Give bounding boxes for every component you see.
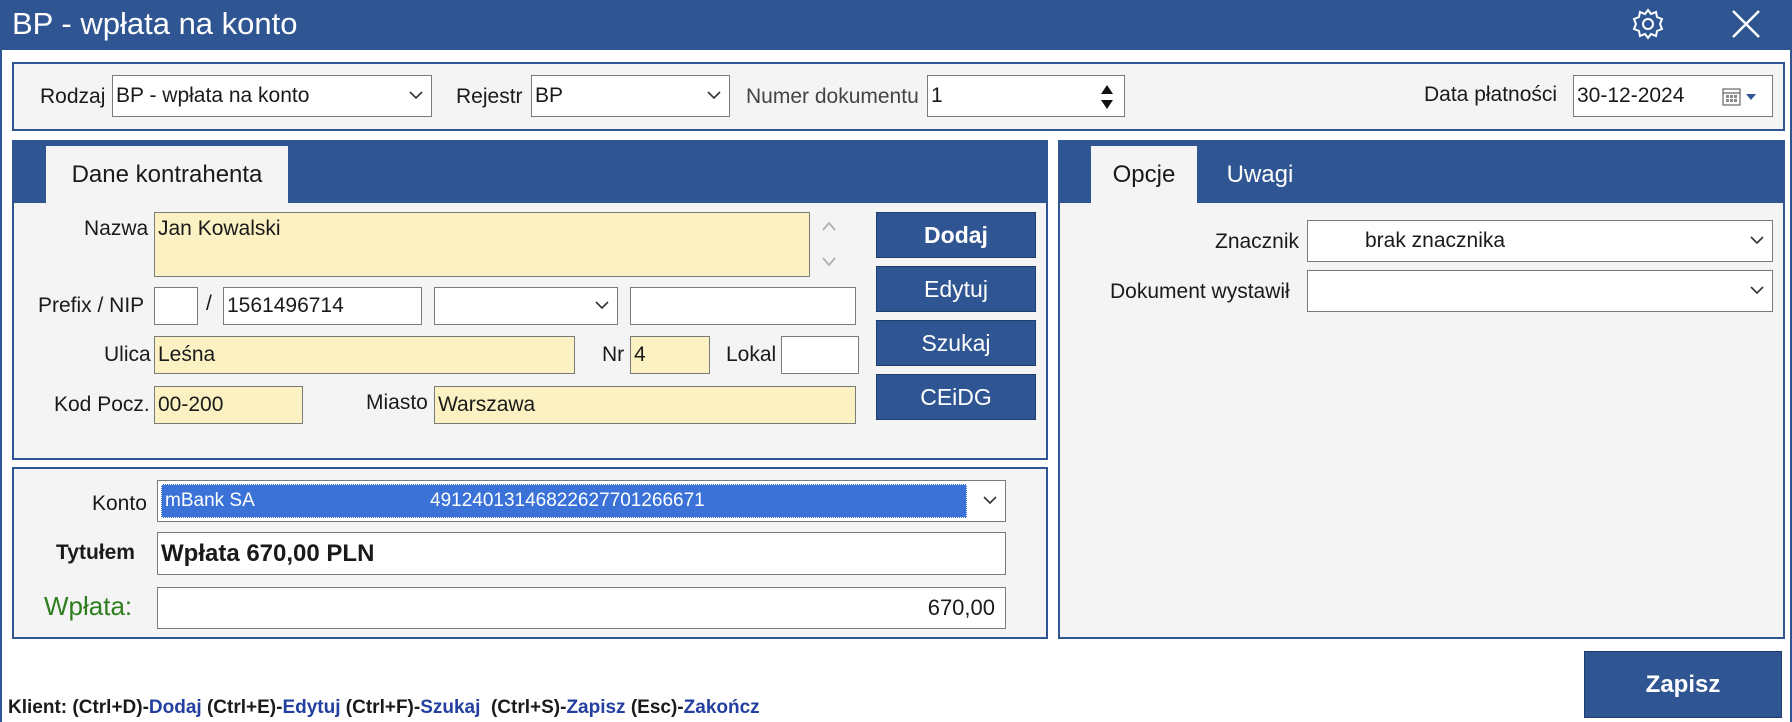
nazwa-scroll-arrows-icon[interactable]	[820, 218, 838, 270]
hint-key-szukaj: (Ctrl+F)-	[340, 697, 421, 718]
rodzaj-value: BP - wpłata na konto	[116, 84, 310, 107]
ulica-value: Leśna	[158, 343, 216, 366]
chevron-down-icon	[983, 496, 997, 505]
konto-number: 49124013146822627701266671	[430, 490, 705, 511]
dokument-wystawil-label: Dokument wystawił	[1110, 280, 1290, 303]
miasto-value: Warszawa	[438, 393, 536, 416]
nazwa-value: Jan Kowalski	[158, 217, 281, 240]
numer-dokumentu-label: Numer dokumentu	[746, 85, 919, 108]
nip-slash: /	[206, 292, 212, 315]
miasto-field[interactable]: Warszawa	[434, 386, 856, 424]
tytulem-label: Tytułem	[56, 541, 135, 564]
rejestr-value: BP	[535, 84, 564, 107]
tytulem-field[interactable]: Wpłata 670,00 PLN	[157, 532, 1006, 575]
ulica-field[interactable]: Leśna	[154, 336, 575, 374]
nr-field[interactable]: 4	[630, 336, 710, 374]
nr-value: 4	[634, 343, 646, 366]
ceidg-button[interactable]: CEiDG	[876, 374, 1036, 420]
chevron-down-icon	[409, 91, 423, 100]
nip-extra-field[interactable]	[630, 287, 856, 325]
nr-label: Nr	[602, 343, 625, 366]
nip-type-select[interactable]	[434, 287, 618, 325]
nazwa-field[interactable]: Jan Kowalski	[154, 212, 810, 277]
znacznik-select[interactable]: brak znacznika	[1307, 220, 1773, 262]
gear-icon[interactable]	[1628, 4, 1668, 44]
lokal-label: Lokal	[726, 343, 777, 366]
window-title: BP - wpłata na konto	[12, 6, 298, 41]
nip-value: 1561496714	[227, 294, 344, 317]
rejestr-select[interactable]: BP	[531, 75, 730, 117]
kod-pocztowy-value: 00-200	[158, 393, 224, 416]
wplata-amount-field[interactable]: 670,00	[157, 587, 1006, 629]
miasto-label: Miasto	[366, 391, 428, 414]
chevron-down-icon	[1750, 286, 1764, 295]
data-platnosci-value: 30-12-2024	[1577, 84, 1685, 107]
kod-pocztowy-field[interactable]: 00-200	[154, 386, 303, 424]
tytulem-value: Wpłata 670,00 PLN	[161, 539, 375, 567]
tab-dane-kontrahenta[interactable]: Dane kontrahenta	[46, 146, 288, 203]
dodaj-button[interactable]: Dodaj	[876, 212, 1036, 258]
konto-label: Konto	[92, 492, 147, 515]
numer-dokumentu-value: 1	[931, 84, 943, 107]
title-bar: BP - wpłata na konto	[0, 0, 1792, 50]
hint-key-zapisz: (Ctrl+S)-	[480, 697, 567, 718]
numer-dokumentu-stepper[interactable]: 1	[927, 75, 1125, 117]
rodzaj-select[interactable]: BP - wpłata na konto	[112, 75, 432, 117]
hint-action-szukaj: Szukaj	[420, 697, 481, 718]
dokument-wystawil-select[interactable]	[1307, 270, 1773, 312]
hint-prefix: Klient:	[8, 697, 73, 718]
close-icon[interactable]	[1726, 4, 1766, 44]
zapisz-button[interactable]: Zapisz	[1584, 651, 1782, 718]
window-frame-left	[0, 50, 2, 722]
shortcut-hints: Klient: (Ctrl+D)-Dodaj (Ctrl+E)-Edytuj (…	[8, 697, 760, 719]
hint-key-dodaj: (Ctrl+D)-	[72, 697, 149, 718]
chevron-down-icon	[707, 91, 721, 100]
spin-arrows-icon[interactable]	[1100, 83, 1114, 111]
znacznik-label: Znacznik	[1215, 230, 1300, 253]
edytuj-button[interactable]: Edytuj	[876, 266, 1036, 312]
hint-key-edytuj: (Ctrl+E)-	[201, 697, 283, 718]
chevron-down-icon	[1750, 236, 1764, 245]
konto-select[interactable]: mBank SA 49124013146822627701266671	[157, 480, 1006, 522]
calendar-dropdown-icon[interactable]	[1722, 87, 1762, 107]
prefix-field[interactable]	[154, 287, 198, 325]
tab-uwagi[interactable]: Uwagi	[1205, 146, 1315, 203]
hint-action-dodaj: Dodaj	[148, 697, 202, 718]
data-platnosci-label: Data płatności	[1424, 83, 1558, 106]
data-platnosci-field[interactable]: 30-12-2024	[1573, 75, 1773, 117]
prefix-nip-label: Prefix / NIP	[38, 294, 145, 317]
nip-field[interactable]: 1561496714	[223, 287, 422, 325]
konto-bank: mBank SA	[165, 490, 255, 511]
znacznik-value: brak znacznika	[1365, 229, 1506, 252]
nazwa-label: Nazwa	[84, 217, 149, 240]
rodzaj-label: Rodzaj	[40, 85, 106, 108]
rejestr-label: Rejestr	[456, 85, 523, 108]
hint-action-edytuj: Edytuj	[282, 697, 341, 718]
konto-selected-option: mBank SA 49124013146822627701266671	[161, 484, 967, 518]
wplata-amount-value: 670,00	[927, 595, 995, 620]
hint-action-zakoncz: Zakończ	[683, 697, 760, 718]
lokal-field[interactable]	[781, 336, 859, 374]
wplata-label: Wpłata:	[44, 591, 133, 621]
szukaj-button[interactable]: Szukaj	[876, 320, 1036, 366]
options-panel	[1058, 140, 1785, 639]
chevron-down-icon	[595, 301, 609, 310]
hint-action-zapisz: Zapisz	[566, 697, 626, 718]
tab-opcje[interactable]: Opcje	[1091, 146, 1197, 203]
ulica-label: Ulica	[104, 343, 151, 366]
hint-key-zakoncz: (Esc)-	[625, 697, 684, 718]
kod-pocztowy-label: Kod Pocz.	[54, 393, 150, 416]
